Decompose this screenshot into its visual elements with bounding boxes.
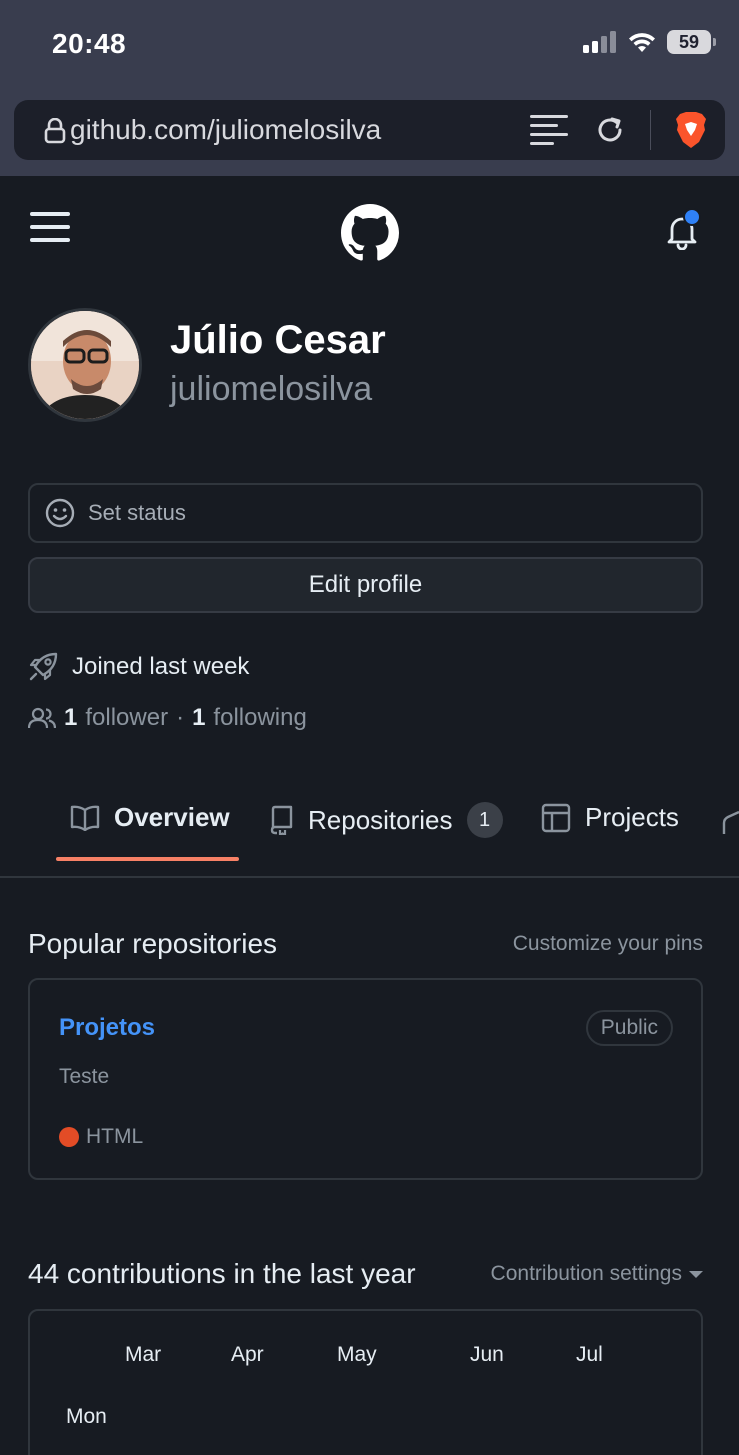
battery-indicator: 59 <box>667 30 711 54</box>
repo-card: Projetos Public Teste HTML <box>28 978 703 1180</box>
contribution-graph: Mar Apr May Jun Jul Mon <box>28 1309 703 1455</box>
follow-separator: · <box>176 704 184 732</box>
set-status-button[interactable]: Set status <box>28 483 703 543</box>
package-icon[interactable] <box>720 808 739 838</box>
tab-projects[interactable]: Projects <box>541 802 679 833</box>
notification-dot <box>683 208 701 226</box>
status-time: 20:48 <box>52 28 126 60</box>
following-label[interactable]: following <box>213 704 306 732</box>
address-bar[interactable]: github.com/juliomelosilva <box>14 100 725 160</box>
edit-profile-button[interactable]: Edit profile <box>28 557 703 613</box>
language-label: HTML <box>86 1125 143 1149</box>
month-label: Jun <box>470 1343 504 1367</box>
profile-tabs: Overview Repositories 1 Projects <box>0 790 739 878</box>
github-logo-icon[interactable] <box>341 204 399 262</box>
followers-label[interactable]: follower <box>85 704 168 732</box>
repo-language: HTML <box>59 1125 143 1149</box>
reload-icon[interactable] <box>594 114 626 146</box>
menu-icon[interactable] <box>30 212 70 246</box>
repo-icon <box>268 805 294 835</box>
tab-overview[interactable]: Overview <box>70 802 230 833</box>
repositories-count-badge: 1 <box>467 802 503 838</box>
repo-name-link[interactable]: Projetos <box>59 1014 155 1042</box>
toolbar-divider <box>650 110 651 150</box>
profile-username: juliomelosilva <box>170 370 372 409</box>
smiley-icon <box>44 497 76 529</box>
popular-repos-title: Popular repositories <box>28 928 277 960</box>
rocket-icon <box>28 652 58 682</box>
url-text[interactable]: github.com/juliomelosilva <box>70 114 381 146</box>
browser-chrome: 20:48 59 github.com/juliomelosilva <box>0 0 739 176</box>
active-tab-indicator <box>56 857 239 861</box>
avatar-photo <box>31 311 139 419</box>
lock-icon <box>44 118 66 144</box>
customize-pins-link[interactable]: Customize your pins <box>513 932 703 956</box>
joined-row: Joined last week <box>28 652 249 682</box>
visibility-badge: Public <box>586 1010 673 1046</box>
system-icons: 59 <box>583 30 711 54</box>
day-label: Mon <box>66 1405 107 1429</box>
signal-icon <box>583 31 617 53</box>
table-icon <box>541 803 571 833</box>
wifi-icon <box>627 31 657 53</box>
month-label: Apr <box>231 1343 264 1367</box>
month-label: Mar <box>125 1343 161 1367</box>
tab-repositories[interactable]: Repositories 1 <box>268 802 503 838</box>
contribution-settings-label: Contribution settings <box>491 1262 682 1286</box>
language-color-dot <box>59 1127 79 1147</box>
book-icon <box>70 805 100 831</box>
follow-row: 1 follower · 1 following <box>28 704 307 732</box>
month-label: Jul <box>576 1343 603 1367</box>
tab-overview-label: Overview <box>114 802 230 833</box>
month-label: May <box>337 1343 377 1367</box>
following-count[interactable]: 1 <box>192 704 205 732</box>
repo-description: Teste <box>59 1065 109 1089</box>
profile-name: Júlio Cesar <box>170 318 386 363</box>
people-icon <box>28 707 56 729</box>
reader-mode-icon[interactable] <box>530 114 570 146</box>
avatar[interactable] <box>28 308 142 422</box>
caret-down-icon <box>689 1271 703 1278</box>
set-status-label: Set status <box>88 500 186 526</box>
github-header <box>0 176 739 286</box>
tab-repositories-label: Repositories <box>308 805 453 836</box>
contributions-title: 44 contributions in the last year <box>28 1258 416 1290</box>
brave-shield-icon[interactable] <box>675 112 707 148</box>
followers-count[interactable]: 1 <box>64 704 77 732</box>
tab-projects-label: Projects <box>585 802 679 833</box>
contribution-settings-button[interactable]: Contribution settings <box>491 1262 703 1286</box>
joined-text: Joined last week <box>72 653 249 681</box>
